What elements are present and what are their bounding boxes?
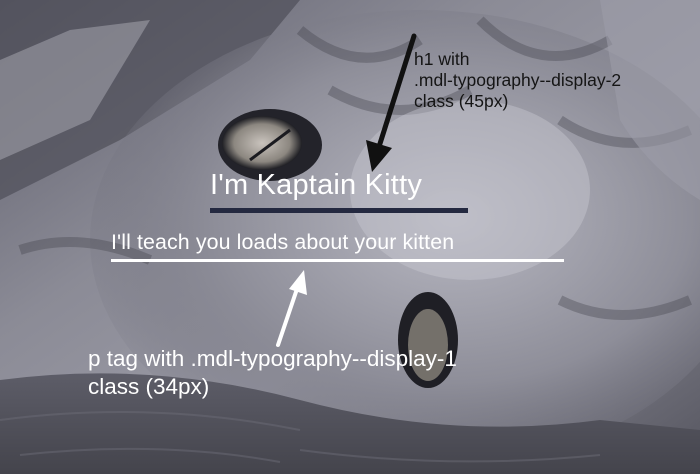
h1-note-line-2: .mdl-typography--display-2 <box>414 70 622 90</box>
subtitle-underline <box>111 259 564 262</box>
page-title: I'm Kaptain Kitty <box>210 169 423 201</box>
p-note-line-2: class (34px) <box>88 374 210 399</box>
annotated-screenshot: I'm Kaptain Kitty I'll teach you loads a… <box>0 0 700 474</box>
h1-annotation-note: h1 with .mdl-typography--display-2 class… <box>414 49 694 112</box>
h1-note-line-1: h1 with <box>414 49 470 69</box>
p-annotation-note: p tag with .mdl-typography--display-1 cl… <box>88 345 688 401</box>
page-subtitle: I'll teach you loads about your kitten <box>111 230 455 254</box>
title-underline <box>210 208 468 213</box>
h1-note-line-3: class (45px) <box>414 91 509 111</box>
p-note-line-1: p tag with .mdl-typography--display-1 <box>88 346 457 371</box>
